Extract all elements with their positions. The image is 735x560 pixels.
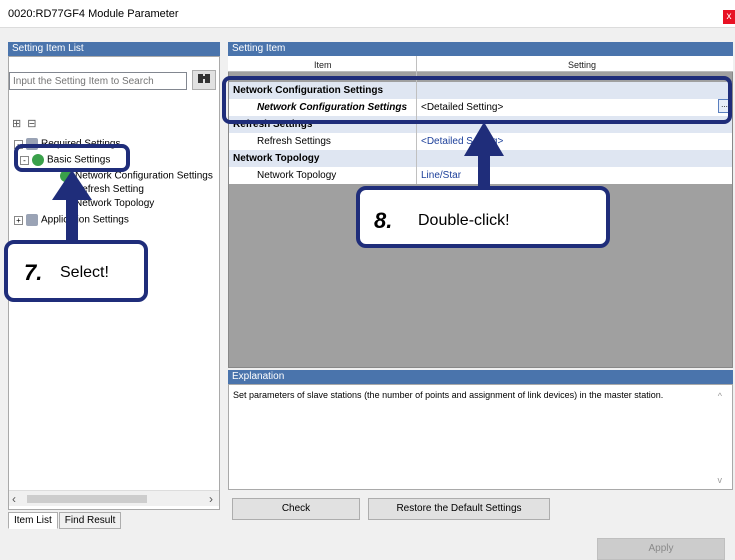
horizontal-scrollbar[interactable]: ‹ › [9, 490, 219, 506]
setting-item-list-header: Setting Item List [8, 42, 220, 56]
window-title: 0020:RD77GF4 Module Parameter [8, 8, 179, 20]
arrow-step7-shaft [66, 198, 78, 244]
callout-step7-text: Select! [60, 264, 109, 281]
setting-item-header: Setting Item [228, 42, 733, 56]
scrollbar-thumb[interactable] [27, 495, 147, 503]
scroll-left-icon[interactable]: ‹ [12, 492, 16, 506]
arrow-step7-head [52, 170, 92, 200]
scroll-down-icon[interactable]: v [718, 475, 723, 485]
arrow-step8-head [464, 122, 504, 156]
callout-step8: 8. Double-click! [356, 186, 610, 248]
highlight-basic-settings [14, 144, 130, 172]
left-panel-tabs: Item List Find Result [8, 512, 122, 529]
expand-all-icon[interactable]: ⊞ [12, 118, 27, 130]
folder-icon [26, 214, 38, 226]
grid-header: Item Setting [228, 56, 733, 72]
collapse-all-icon[interactable]: ⊟ [27, 118, 42, 130]
tab-find-result[interactable]: Find Result [58, 512, 122, 529]
callout-step8-text: Double-click! [418, 212, 510, 229]
close-button[interactable]: x [723, 10, 735, 24]
binoculars-icon[interactable] [192, 70, 216, 90]
expand-icon[interactable]: + [14, 215, 23, 225]
callout-step7-number: 7. [24, 260, 43, 285]
restore-default-button[interactable]: Restore the Default Settings [368, 498, 550, 520]
explanation-header: Explanation [228, 370, 733, 384]
callout-step7: 7. Select! [4, 240, 148, 302]
apply-button[interactable]: Apply [597, 538, 725, 560]
column-header-setting[interactable]: Setting [568, 60, 596, 70]
tab-item-list[interactable]: Item List [8, 512, 58, 529]
explanation-body: Set parameters of slave stations (the nu… [228, 384, 733, 490]
explanation-text: Set parameters of slave stations (the nu… [233, 390, 664, 400]
column-header-item[interactable]: Item [314, 60, 332, 70]
search-input[interactable] [9, 72, 187, 90]
highlight-network-configuration [222, 76, 732, 124]
scroll-up-icon[interactable]: ^ [718, 391, 722, 401]
scroll-right-icon[interactable]: › [209, 492, 213, 506]
title-bar: 0020:RD77GF4 Module Parameter x [0, 0, 735, 28]
callout-step8-number: 8. [374, 208, 393, 233]
setting-value[interactable]: Line/Star [417, 167, 731, 184]
check-button[interactable]: Check [232, 498, 360, 520]
tree-toolbar: ⊞⊟ [12, 117, 42, 130]
